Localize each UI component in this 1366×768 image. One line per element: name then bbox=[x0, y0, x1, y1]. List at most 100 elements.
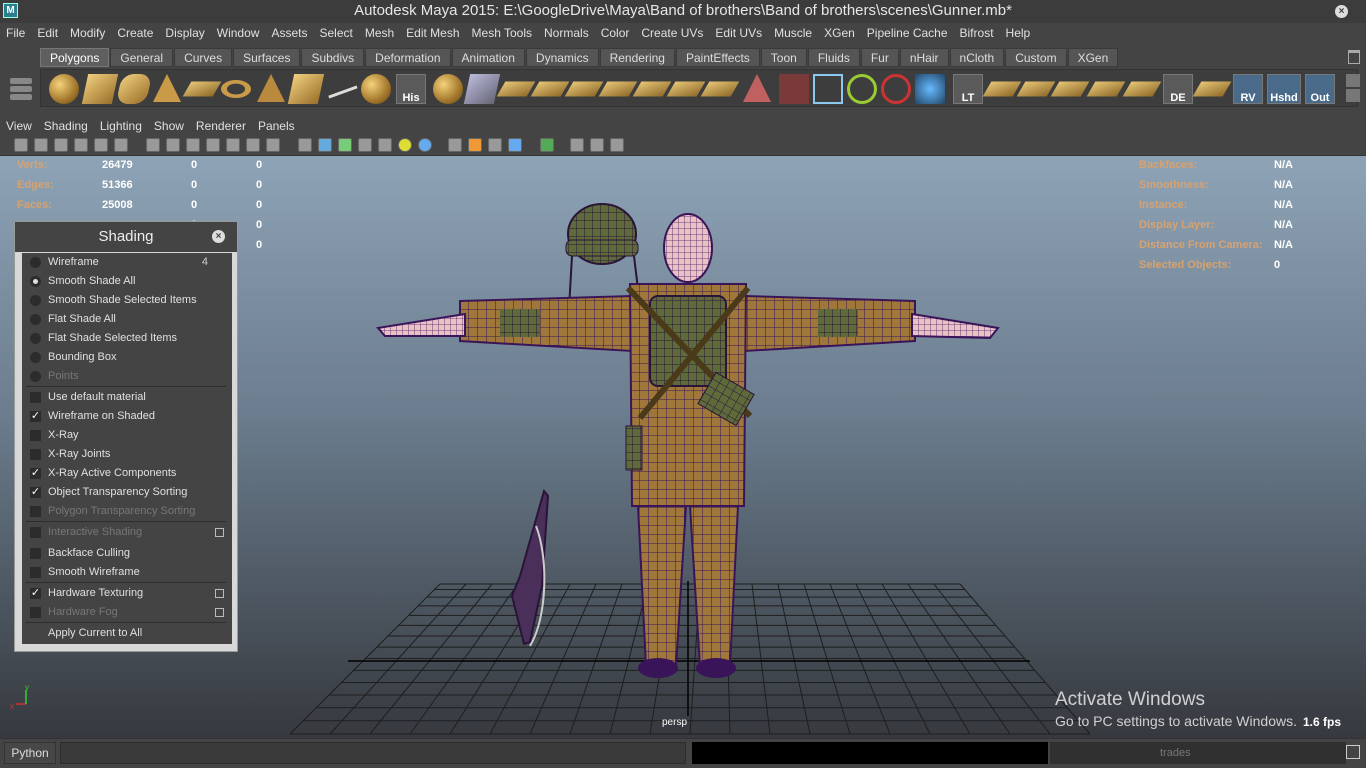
shelf-tab-xgen[interactable]: XGen bbox=[1067, 48, 1119, 67]
shelf-tab-rendering[interactable]: Rendering bbox=[599, 48, 675, 67]
offset-edge-loop-icon[interactable] bbox=[632, 81, 672, 97]
menu-edit[interactable]: Edit bbox=[31, 23, 64, 44]
wireframe-on-shaded-icon[interactable] bbox=[338, 138, 352, 152]
shading-item-apply-current-to-all[interactable]: Apply Current to All bbox=[22, 624, 232, 643]
shading-item-object-transparency-sorting[interactable]: ✓ Object Transparency Sorting bbox=[22, 483, 232, 502]
shading-item-x-ray-active-components[interactable]: ✓ X-Ray Active Components bbox=[22, 464, 232, 483]
menu-display[interactable]: Display bbox=[159, 23, 210, 44]
image-plane-icon[interactable] bbox=[74, 138, 88, 152]
option-box-icon[interactable] bbox=[215, 528, 224, 537]
shading-item-backface-culling[interactable]: Backface Culling bbox=[22, 544, 232, 563]
shelf-tab-custom[interactable]: Custom bbox=[1005, 48, 1067, 67]
merge-vertices-icon[interactable] bbox=[666, 81, 706, 97]
use-all-lights-icon[interactable] bbox=[378, 138, 392, 152]
share-icon[interactable] bbox=[610, 138, 624, 152]
poly-sphere-icon[interactable] bbox=[49, 74, 79, 104]
panel-menu-renderer[interactable]: Renderer bbox=[190, 119, 252, 133]
camera-attributes-icon[interactable] bbox=[34, 138, 48, 152]
xray-joints-icon[interactable] bbox=[468, 138, 482, 152]
wireframe-icon[interactable] bbox=[298, 138, 312, 152]
smooth-icon[interactable] bbox=[433, 74, 463, 104]
shelf-tab-toon[interactable]: Toon bbox=[760, 48, 807, 67]
resolution-gate-icon[interactable] bbox=[186, 138, 200, 152]
split-polygon-icon[interactable] bbox=[564, 81, 604, 97]
shading-item-bounding-box[interactable]: Bounding Box bbox=[22, 348, 232, 367]
uv-tool-4-icon[interactable] bbox=[1086, 81, 1126, 97]
menu-window[interactable]: Window bbox=[211, 23, 266, 44]
poly-cube-icon[interactable] bbox=[81, 74, 119, 104]
shelf-tab-painteffects[interactable]: PaintEffects bbox=[675, 48, 760, 67]
panel-menu-shading[interactable]: Shading bbox=[38, 119, 94, 133]
shading-menu-header[interactable]: Shading × bbox=[15, 222, 237, 252]
menu-edit-uvs[interactable]: Edit UVs bbox=[709, 23, 768, 44]
shelf-tab-fluids[interactable]: Fluids bbox=[807, 48, 860, 67]
camera-icon[interactable] bbox=[915, 74, 945, 104]
menu-edit-mesh[interactable]: Edit Mesh bbox=[400, 23, 465, 44]
out-button[interactable]: Out bbox=[1305, 74, 1335, 104]
high-quality-icon[interactable] bbox=[418, 138, 432, 152]
smooth-shade-icon[interactable] bbox=[318, 138, 332, 152]
de-button[interactable]: DE bbox=[1163, 74, 1193, 104]
shelf-tab-general[interactable]: General bbox=[110, 48, 174, 67]
poly-cylinder-icon[interactable] bbox=[115, 74, 153, 104]
xray-components-icon[interactable] bbox=[488, 138, 502, 152]
uv-tool-6-icon[interactable] bbox=[1192, 81, 1232, 97]
shading-item-wireframe[interactable]: Wireframe 4 bbox=[22, 253, 232, 272]
shading-item-flat-shade-selected-items[interactable]: Flat Shade Selected Items bbox=[22, 329, 232, 348]
two-d-pan-icon[interactable] bbox=[94, 138, 108, 152]
poly-pipe-icon[interactable] bbox=[287, 74, 325, 104]
shelf-tab-curves[interactable]: Curves bbox=[174, 48, 233, 67]
shading-item-x-ray-joints[interactable]: X-Ray Joints bbox=[22, 445, 232, 464]
command-input[interactable] bbox=[60, 742, 686, 764]
panel-menu-show[interactable]: Show bbox=[148, 119, 190, 133]
ambient-occlusion-icon[interactable] bbox=[508, 138, 522, 152]
isolate-select-icon[interactable] bbox=[540, 138, 554, 152]
shading-item-x-ray[interactable]: X-Ray bbox=[22, 426, 232, 445]
shelf-tab-animation[interactable]: Animation bbox=[451, 48, 525, 67]
script-editor-icon[interactable] bbox=[1346, 745, 1360, 759]
planar-map-icon[interactable] bbox=[700, 81, 740, 97]
uv-tool-3-icon[interactable] bbox=[1050, 81, 1090, 97]
shelf-tab-polygons[interactable]: Polygons bbox=[40, 48, 110, 67]
history-button[interactable]: His bbox=[396, 74, 426, 104]
bridge-icon[interactable] bbox=[496, 81, 536, 97]
shelf-tab-deformation[interactable]: Deformation bbox=[365, 48, 451, 67]
gate-mask-icon[interactable] bbox=[206, 138, 220, 152]
move-tool-icon[interactable] bbox=[847, 74, 877, 104]
menu-create-uvs[interactable]: Create UVs bbox=[635, 23, 709, 44]
append-icon[interactable] bbox=[530, 81, 570, 97]
xray-icon[interactable] bbox=[448, 138, 462, 152]
film-gate-icon[interactable] bbox=[166, 138, 180, 152]
panel-menu-panels[interactable]: Panels bbox=[252, 119, 301, 133]
textured-icon[interactable] bbox=[358, 138, 372, 152]
poly-pyramid-icon[interactable] bbox=[257, 74, 285, 102]
option-box-icon[interactable] bbox=[215, 608, 224, 617]
trash-icon[interactable] bbox=[1348, 50, 1360, 64]
view-cube-icon[interactable] bbox=[570, 138, 584, 152]
shading-item-hardware-texturing[interactable]: ✓ Hardware Texturing bbox=[22, 584, 232, 603]
shading-item-use-default-material[interactable]: Use default material bbox=[22, 388, 232, 407]
rv-button[interactable]: RV bbox=[1233, 74, 1263, 104]
select-camera-icon[interactable] bbox=[14, 138, 28, 152]
close-icon[interactable]: × bbox=[1335, 5, 1348, 18]
script-language-toggle[interactable]: Python bbox=[4, 742, 56, 764]
scroll-up-icon[interactable] bbox=[1346, 74, 1360, 87]
uv-tool-1-icon[interactable] bbox=[982, 81, 1022, 97]
field-chart-icon[interactable] bbox=[226, 138, 240, 152]
shading-item-smooth-wireframe[interactable]: Smooth Wireframe bbox=[22, 563, 232, 582]
wireframe-cube-icon[interactable] bbox=[813, 74, 843, 104]
shelf-tab-nhair[interactable]: nHair bbox=[899, 48, 949, 67]
menu-normals[interactable]: Normals bbox=[538, 23, 595, 44]
menu-file[interactable]: File bbox=[0, 23, 31, 44]
combine-icon[interactable] bbox=[322, 69, 358, 99]
menu-xgen[interactable]: XGen bbox=[818, 23, 861, 44]
grease-pencil-icon[interactable] bbox=[114, 138, 128, 152]
menu-pipeline-cache[interactable]: Pipeline Cache bbox=[861, 23, 954, 44]
shading-item-smooth-shade-selected-items[interactable]: Smooth Shade Selected Items bbox=[22, 291, 232, 310]
uv-tool-5-icon[interactable] bbox=[1122, 81, 1162, 97]
poly-torus-icon[interactable] bbox=[221, 80, 251, 98]
option-box-icon[interactable] bbox=[215, 589, 224, 598]
menu-bifrost[interactable]: Bifrost bbox=[954, 23, 1000, 44]
paint-select-icon[interactable] bbox=[779, 74, 809, 104]
shelf-scroll[interactable] bbox=[1346, 74, 1360, 104]
